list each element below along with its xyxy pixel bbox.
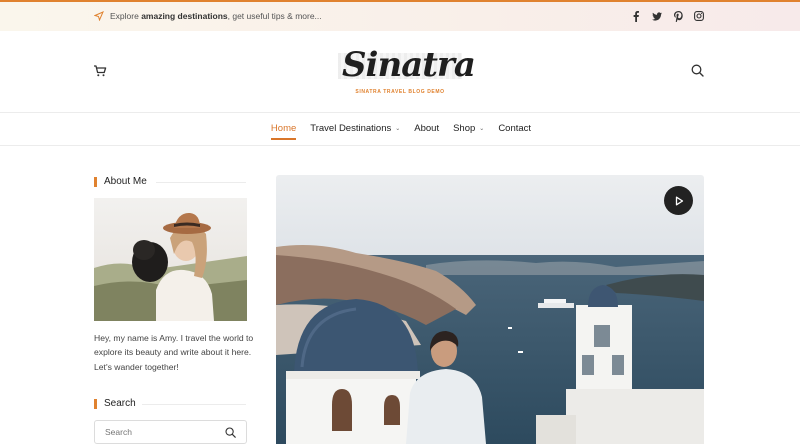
featured-post-image[interactable] [276, 175, 704, 444]
nav-item-contact[interactable]: Contact [498, 123, 531, 134]
play-icon [675, 196, 683, 205]
top-bar-text-bold: amazing destinations [141, 11, 228, 21]
nav-item-label: Contact [498, 123, 532, 134]
social-links [631, 10, 704, 22]
nav-item-shop[interactable]: Shop ⌄ [453, 123, 484, 134]
search-icon[interactable] [225, 427, 236, 438]
top-bar-text: Explore amazing destinations, get useful… [110, 11, 322, 21]
logo-tagline: SINATRA TRAVEL BLOG DEMO [355, 89, 445, 95]
title-accent-bar [94, 398, 97, 409]
santorini-photo [276, 175, 704, 444]
search-icon[interactable] [691, 64, 704, 77]
top-bar: Explore amazing destinations, get useful… [0, 0, 800, 31]
title-accent-bar [94, 176, 97, 187]
about-title-text: About Me [104, 176, 147, 187]
site-header: Sinatra SINATRA TRAVEL BLOG DEMO [0, 31, 800, 113]
search-widget-title: Search [94, 398, 246, 409]
main-navigation: Home Travel Destinations ⌄ About Shop ⌄ Co… [0, 113, 800, 146]
paper-plane-icon [94, 11, 104, 21]
nav-item-travel-destinations[interactable]: Travel Destinations ⌄ [310, 123, 400, 134]
sidebar-search-box [94, 420, 247, 444]
nav-item-about[interactable]: About [414, 123, 439, 134]
instagram-icon[interactable] [694, 10, 704, 22]
about-widget-title: About Me [94, 176, 246, 187]
about-text: Hey, my name is Amy. I travel the world … [94, 333, 254, 372]
sidebar-search-input[interactable] [95, 421, 215, 443]
title-divider [142, 404, 246, 405]
nav-item-home[interactable]: Home [270, 123, 297, 140]
cart-icon[interactable] [93, 64, 107, 78]
facebook-icon[interactable] [631, 10, 641, 22]
top-bar-message: Explore amazing destinations, get useful… [94, 11, 322, 21]
top-bar-text-prefix: Explore [110, 11, 142, 21]
nav-menu: Home Travel Destinations ⌄ About Shop ⌄ Co… [0, 123, 800, 140]
twitter-icon[interactable] [652, 10, 662, 22]
chevron-down-icon: ⌄ [479, 126, 485, 132]
author-photo [94, 198, 247, 321]
chevron-down-icon: ⌄ [395, 126, 401, 132]
site-logo[interactable]: Sinatra SINATRA TRAVEL BLOG DEMO [338, 45, 476, 97]
nav-item-label: Travel Destinations [310, 123, 392, 134]
title-divider [156, 182, 246, 183]
nav-item-label: Home [270, 123, 297, 134]
play-video-button[interactable] [664, 186, 693, 215]
author-photo-illustration [94, 212, 247, 321]
logo-text: Sinatra [342, 45, 476, 85]
nav-item-label: Shop [453, 123, 476, 134]
nav-item-label: About [414, 123, 440, 134]
search-title-text: Search [104, 398, 136, 409]
pinterest-icon[interactable] [673, 10, 683, 22]
top-bar-text-suffix: , get useful tips & more... [227, 11, 322, 21]
